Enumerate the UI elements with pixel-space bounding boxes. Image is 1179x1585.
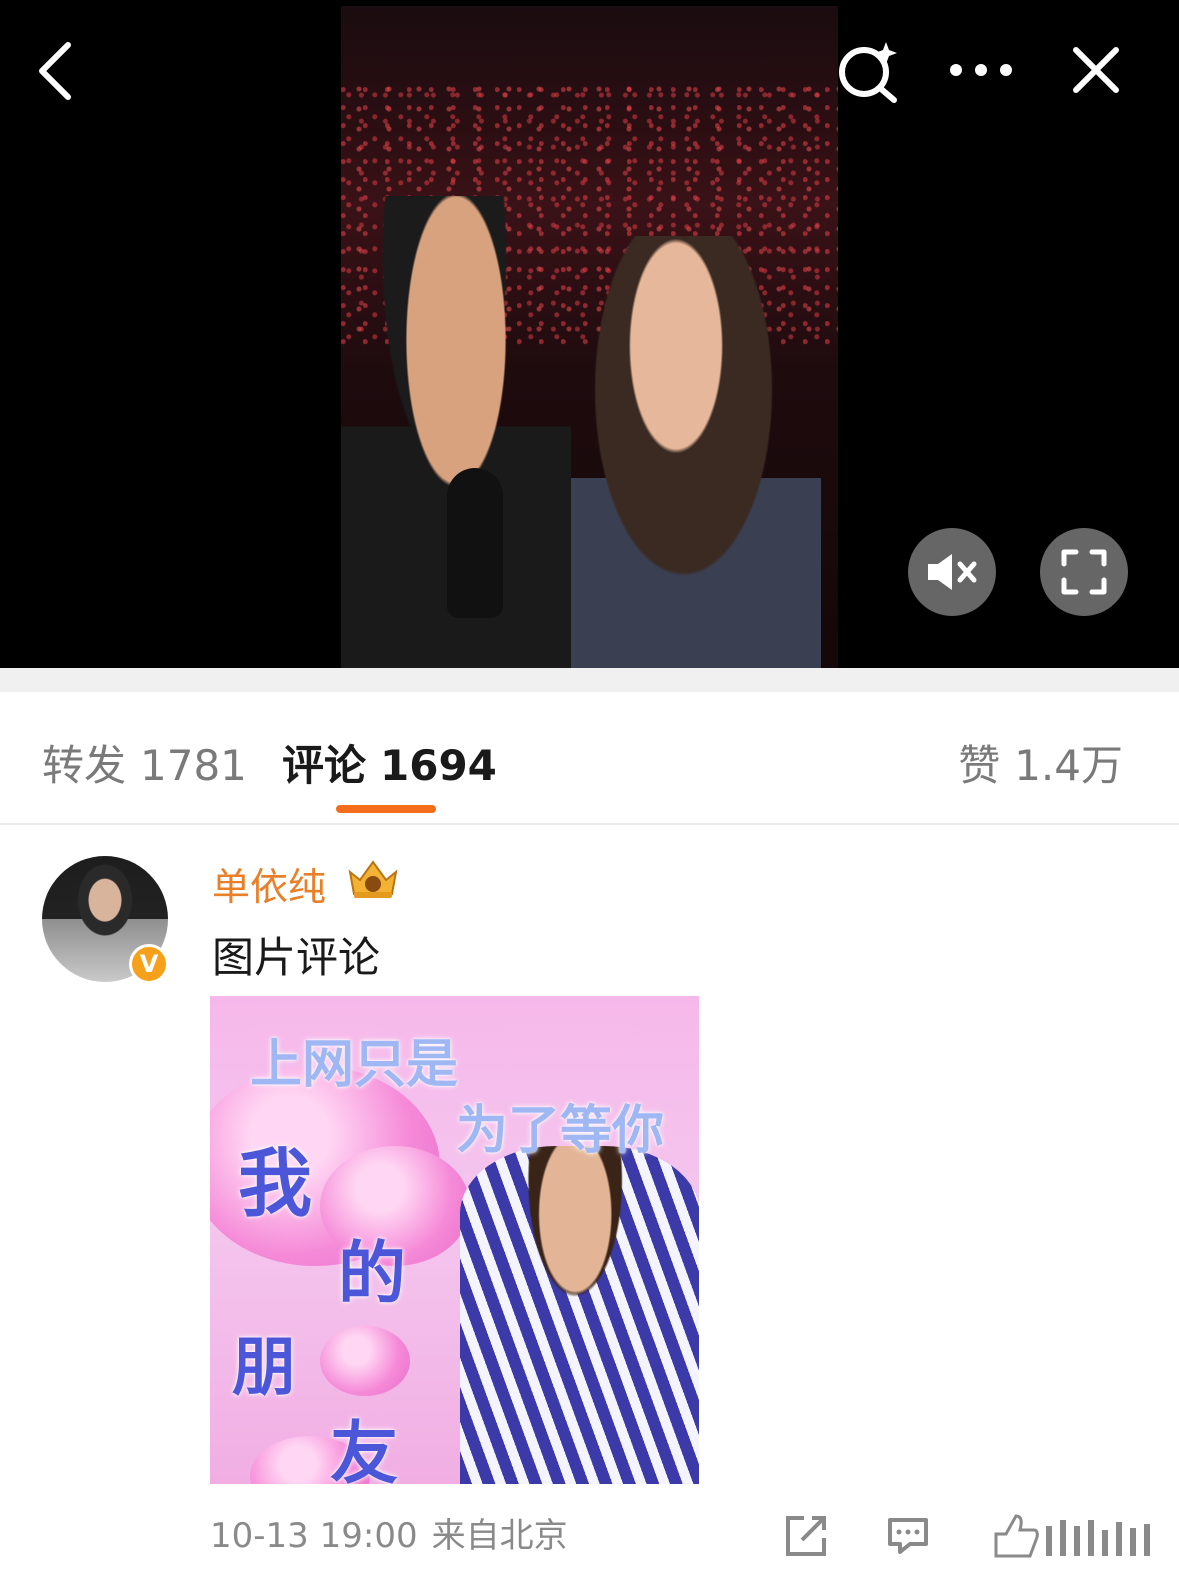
close-button[interactable] — [1068, 42, 1124, 98]
crown-badge-icon[interactable] — [346, 858, 400, 900]
comment-location: 来自北京 — [431, 1516, 568, 1556]
back-icon — [39, 42, 71, 100]
share-icon — [786, 1516, 826, 1556]
more-button[interactable] — [948, 50, 1014, 90]
interaction-tabs: 转发 1781 评论 1694 赞 1.4万 — [0, 692, 1179, 825]
video-frame[interactable] — [341, 6, 838, 668]
back-button[interactable] — [26, 36, 82, 106]
pink-heart — [320, 1326, 410, 1396]
comment-text: 图片评论 — [212, 933, 381, 982]
tab-likes-label: 赞 — [958, 741, 1001, 790]
tab-comments[interactable]: 评论 1694 — [282, 732, 497, 793]
tab-repost-count: 1781 — [140, 741, 247, 790]
verified-badge-icon: V — [129, 944, 169, 984]
tab-comments-count: 1694 — [380, 741, 497, 790]
comment-image[interactable]: 上网只是 为了等你 我 的 朋 友 — [210, 996, 699, 1484]
tab-likes[interactable]: 赞 1.4万 — [958, 732, 1123, 793]
section-divider — [0, 668, 1179, 692]
video-person-right — [571, 236, 821, 668]
meme-char3: 朋 — [232, 1331, 296, 1405]
tab-comments-label: 评论 — [282, 741, 367, 790]
tab-repost-label: 转发 — [42, 741, 127, 790]
fullscreen-icon — [1061, 549, 1107, 595]
tab-repost[interactable]: 转发 1781 — [42, 732, 247, 793]
active-tab-indicator — [336, 805, 436, 813]
sparkle-search-icon — [839, 42, 897, 103]
search-button[interactable] — [836, 38, 902, 104]
fullscreen-button[interactable] — [1040, 528, 1128, 616]
video-player[interactable] — [0, 0, 1179, 668]
like-button[interactable] — [990, 1512, 1170, 1560]
like-icon — [994, 1514, 1150, 1558]
close-icon — [1073, 47, 1119, 93]
comment-icon — [888, 1518, 928, 1554]
share-button[interactable] — [782, 1512, 830, 1560]
verified-mark: V — [139, 950, 159, 978]
meme-person — [460, 1146, 699, 1484]
reply-button[interactable] — [884, 1512, 932, 1560]
more-icon — [950, 64, 1012, 76]
meme-char2: 的 — [338, 1235, 407, 1314]
comment-date: 10-13 19:00 — [210, 1516, 418, 1556]
meme-line2: 为了等你 — [456, 1101, 665, 1161]
comment-username[interactable]: 单依纯 — [212, 856, 326, 911]
microphone — [447, 468, 503, 618]
mute-icon — [928, 554, 977, 590]
mute-button[interactable] — [908, 528, 996, 616]
tab-likes-count: 1.4万 — [1014, 741, 1123, 790]
comment-meta: 10-13 19:00 来自北京 — [210, 1508, 568, 1557]
meme-char1: 我 — [238, 1141, 312, 1227]
meme-char4: 友 — [330, 1415, 399, 1484]
meme-line1: 上网只是 — [250, 1035, 459, 1095]
